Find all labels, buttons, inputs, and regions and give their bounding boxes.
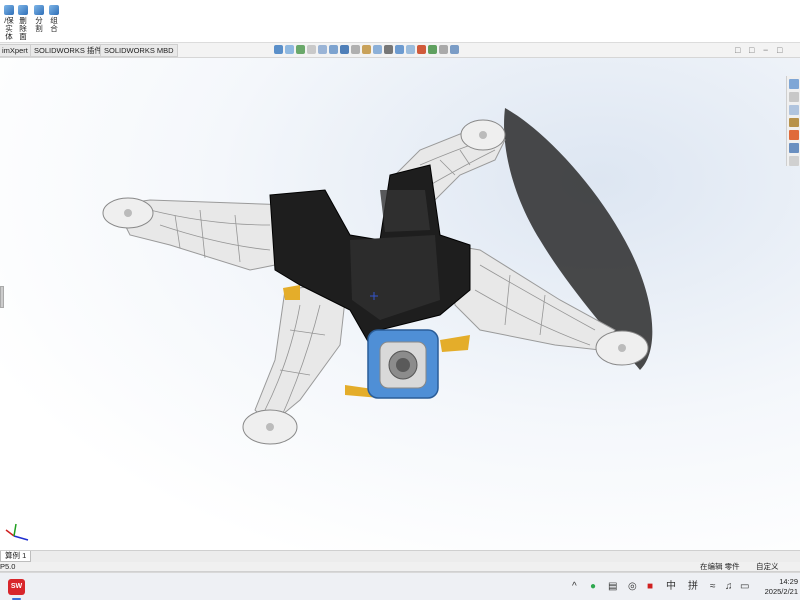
display-pane-icon[interactable] (439, 45, 448, 54)
display-style-icon[interactable] (351, 45, 360, 54)
scene-icon[interactable] (417, 45, 426, 54)
zoom-area-icon[interactable] (296, 45, 305, 54)
resources-icon[interactable] (788, 91, 799, 102)
tab-simxpert[interactable]: imXpert (0, 44, 32, 57)
solidworks-app-button[interactable]: SW (8, 579, 25, 595)
tab-solidworks-mbd[interactable]: SOLIDWORKS MBD (100, 44, 178, 57)
minimize-icon[interactable]: − (763, 45, 768, 55)
appearances-icon[interactable] (788, 130, 799, 141)
file-explorer-icon[interactable] (788, 117, 799, 128)
clock-time: 14:29 (779, 577, 798, 586)
combine-button[interactable]: 组合 (46, 5, 62, 33)
design-library-icon[interactable] (788, 104, 799, 115)
custom-properties-icon[interactable] (788, 143, 799, 154)
split-button[interactable]: 分割 (31, 5, 47, 33)
section-view-icon[interactable] (318, 45, 327, 54)
delete-face-button[interactable]: 删除面 (15, 5, 31, 41)
restore-icon[interactable]: □ (735, 45, 740, 55)
delete-face-icon (18, 5, 28, 15)
status-edit-mode: 在编辑 零件 (700, 562, 740, 571)
save-bodies-icon (4, 5, 14, 15)
view-settings-icon[interactable] (384, 45, 393, 54)
monitor-icon[interactable] (450, 45, 459, 54)
view-type-icon[interactable] (340, 45, 349, 54)
battery-side (440, 335, 470, 352)
task-pane-tabs (786, 76, 800, 167)
previous-view-icon[interactable] (307, 45, 316, 54)
reference-triad (5, 523, 29, 541)
wifi-icon[interactable]: ≈ (710, 580, 716, 594)
appearance-icon[interactable] (428, 45, 437, 54)
battery-icon[interactable]: ▭ (740, 580, 749, 594)
zoom-icon[interactable] (406, 45, 415, 54)
maximize-icon[interactable]: □ (777, 45, 782, 55)
edit-appearance-icon[interactable] (373, 45, 382, 54)
tile-icon[interactable]: □ (749, 45, 754, 55)
split-icon (34, 5, 44, 15)
status-units[interactable]: 自定义 (756, 562, 779, 572)
taskbar-clock[interactable]: 14:29 2025/2/21 (752, 577, 798, 597)
dynamic-annotation-icon[interactable] (329, 45, 338, 54)
tray-app-icon[interactable]: ● (590, 580, 596, 594)
status-bar: P5.0 在编辑 零件 自定义 (0, 562, 800, 572)
combine-icon (49, 5, 59, 15)
feature-tree-collapse-handle[interactable] (0, 286, 4, 308)
tray-audio-device-icon[interactable]: ▤ (608, 580, 617, 594)
os-taskbar: SW ^ ● ▤ ◎ ■ 中 拼 ≈ ♫ ▭ 14:29 2025/2/21 (0, 572, 800, 600)
tray-sync-icon[interactable]: ◎ (628, 580, 637, 594)
ime-language-indicator[interactable]: 中 (666, 580, 676, 594)
volume-icon[interactable]: ♫ (725, 580, 733, 594)
command-ribbon: /保实体 删除面 分割 组合 (0, 0, 800, 43)
tray-camera-icon[interactable]: ■ (647, 580, 653, 594)
zoom-to-fit-icon[interactable] (285, 45, 294, 54)
search-icon[interactable] (395, 45, 404, 54)
study-tabs: 算例 1 (0, 550, 800, 562)
clock-date: 2025/2/21 (764, 587, 798, 596)
view-orientation-icon[interactable] (274, 45, 283, 54)
tools-icon[interactable] (788, 156, 799, 167)
command-manager-tabs: imXpert SOLIDWORKS 插件 SOLIDWORKS MBD □ □… (0, 43, 800, 58)
ime-mode-indicator[interactable]: 拼 (688, 580, 698, 594)
tab-study-1[interactable]: 算例 1 (0, 551, 32, 562)
tab-solidworks-addins[interactable]: SOLIDWORKS 插件 (30, 44, 106, 57)
tray-overflow-chevron[interactable]: ^ (572, 580, 577, 594)
status-version: P5.0 (0, 562, 16, 571)
battery-edge (283, 285, 300, 300)
graphics-viewport[interactable] (0, 58, 800, 550)
heads-up-view-toolbar (274, 45, 459, 56)
hide-show-icon[interactable] (362, 45, 371, 54)
home-icon[interactable] (788, 79, 799, 89)
drone-frame-model (102, 108, 653, 445)
